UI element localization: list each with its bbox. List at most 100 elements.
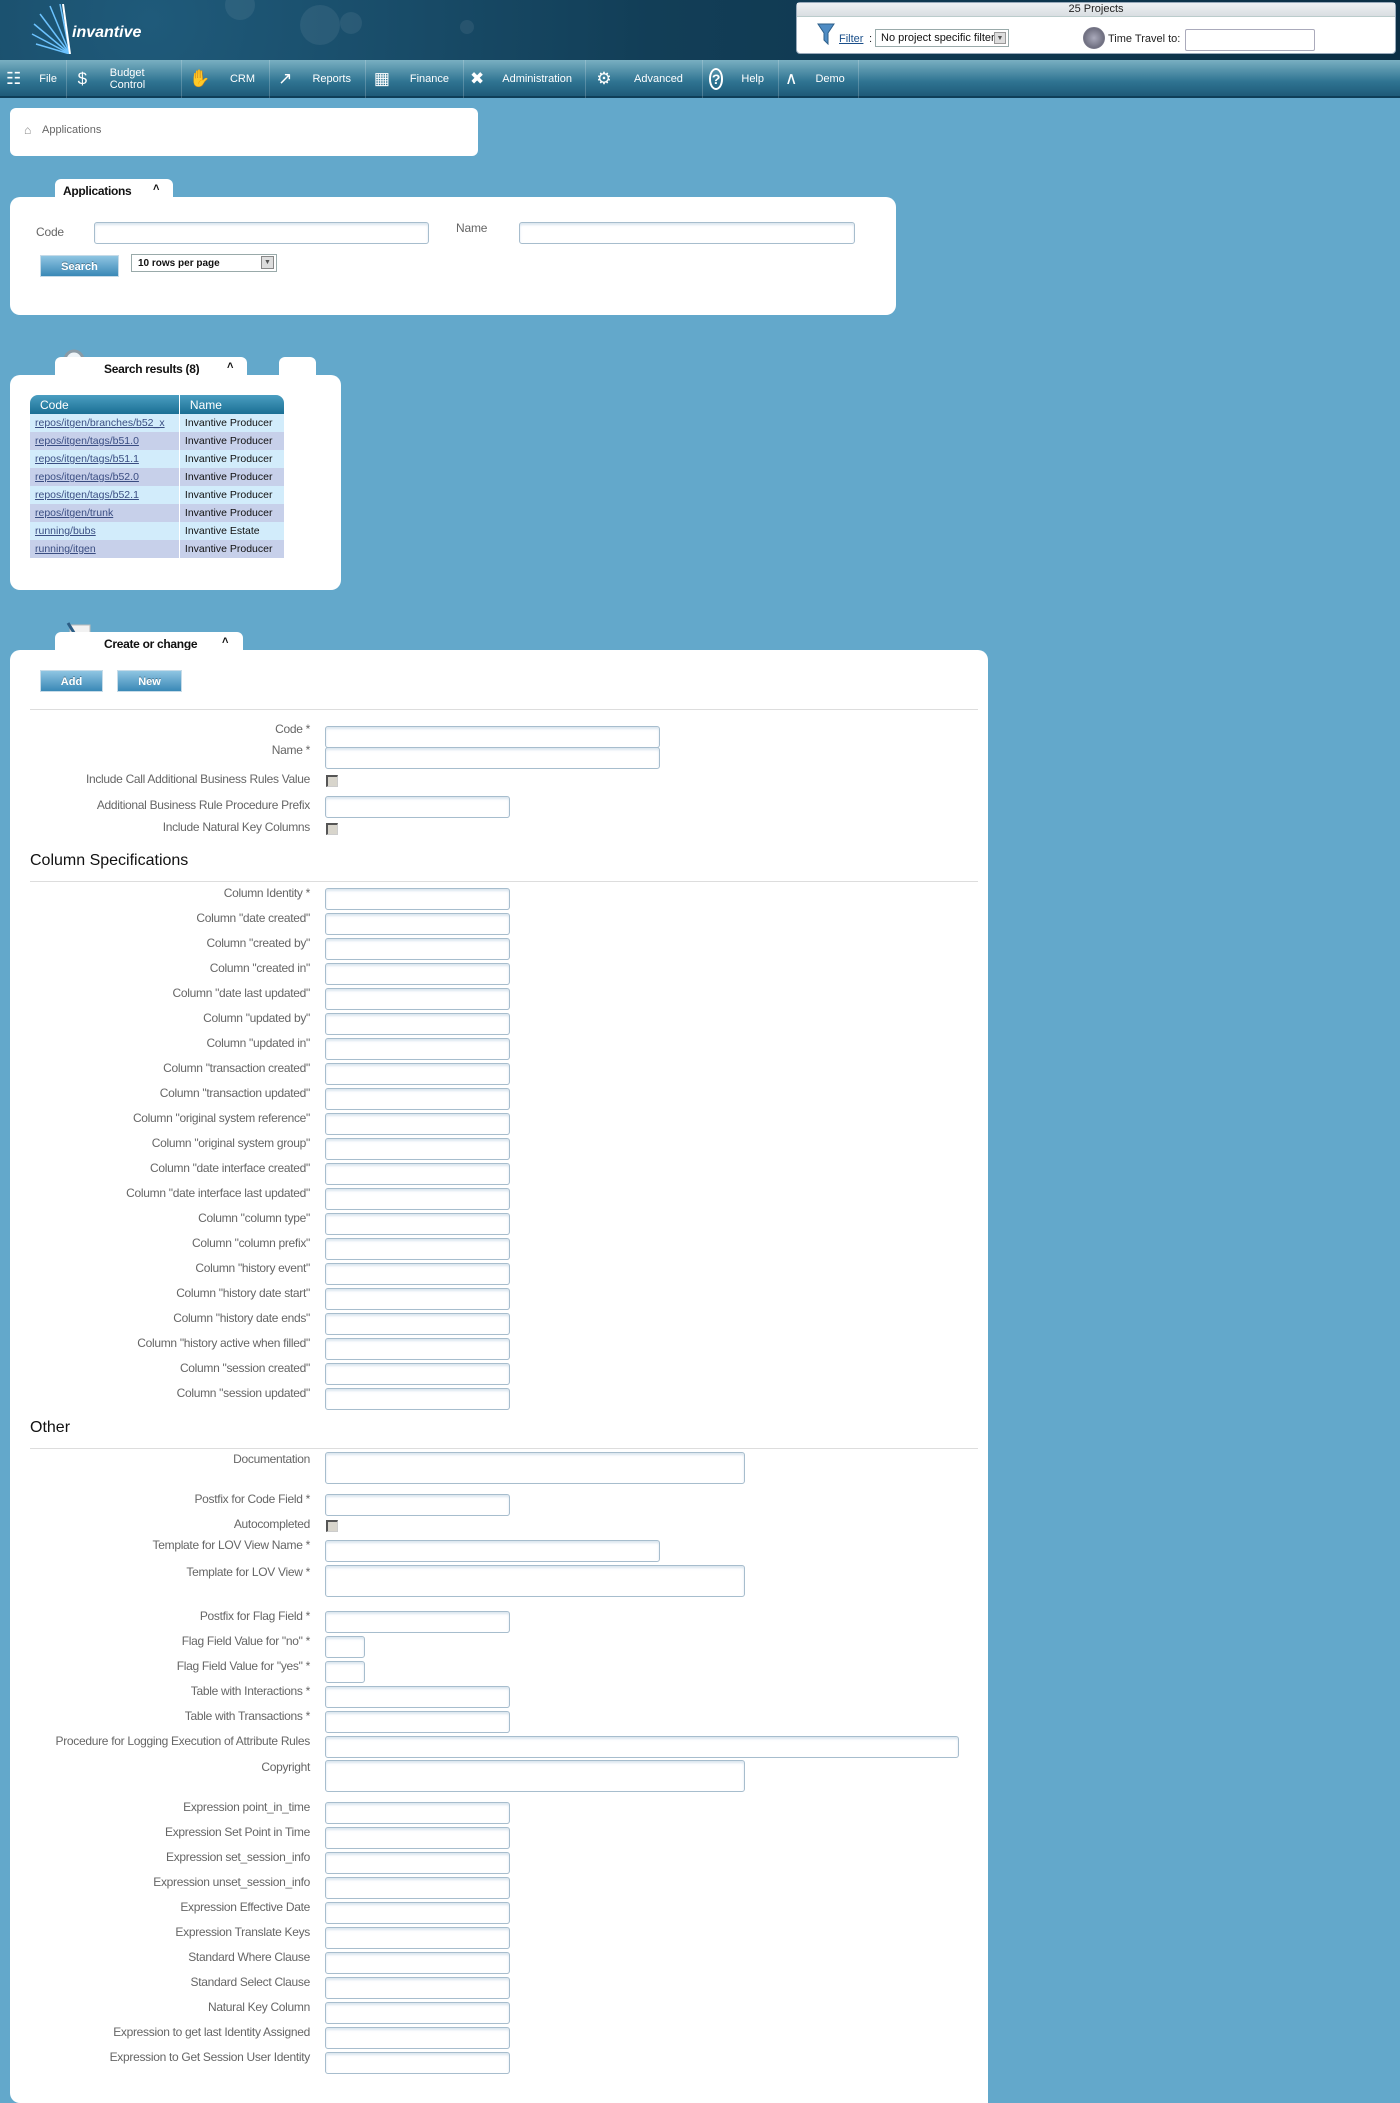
dropdown-arrow-icon[interactable]: ▼ <box>994 32 1006 44</box>
copyright-textarea[interactable] <box>325 1760 745 1792</box>
column-transaction-created-input[interactable] <box>325 1063 510 1085</box>
filter-colon: : <box>869 33 873 45</box>
template-for-lov-view-name-input[interactable] <box>325 1540 660 1562</box>
postfix-for-flag-field-input[interactable] <box>325 1611 510 1633</box>
column-history-date-ends-input[interactable] <box>325 1313 510 1335</box>
filter-funnel-icon <box>817 23 835 45</box>
expression-set-session-info-input[interactable] <box>325 1852 510 1874</box>
include-natural-key-columns-checkbox[interactable] <box>326 823 338 835</box>
column-column-prefix-input[interactable] <box>325 1238 510 1260</box>
name-search-input[interactable] <box>519 222 855 244</box>
code-link[interactable]: repos/itgen/tags/b52.0 <box>35 471 139 483</box>
rows-per-page-select[interactable]: 10 rows per page ▼ <box>131 254 277 272</box>
expression-to-get-last-identity-assigned-input[interactable] <box>325 2027 510 2049</box>
expression-point-in-time-input[interactable] <box>325 1802 510 1824</box>
table-row[interactable]: repos/itgen/tags/b52.1 Invantive Producer <box>30 486 284 504</box>
menu-item-budget-control[interactable]: $ Budget Control <box>67 60 182 98</box>
menu-item-advanced[interactable]: ⚙ Advanced <box>586 60 703 98</box>
column-original-system-reference-input[interactable] <box>325 1113 510 1135</box>
menu-item-file[interactable]: ☷ File <box>0 60 67 98</box>
menu-item-finance[interactable]: ▦ Finance <box>366 60 464 98</box>
code-link[interactable]: running/bubs <box>35 525 96 537</box>
dropdown-arrow-icon[interactable]: ▼ <box>261 256 274 269</box>
table-row[interactable]: repos/itgen/tags/b51.1 Invantive Producer <box>30 450 284 468</box>
flag-field-value-for-no-input[interactable] <box>325 1636 365 1658</box>
additional-business-rule-procedure-prefix-input[interactable] <box>325 796 510 818</box>
autocompleted-checkbox[interactable] <box>326 1520 338 1532</box>
column-session-updated-label: Column "session updated" <box>176 1386 311 1400</box>
new-button[interactable]: New <box>117 670 182 692</box>
time-travel-input[interactable] <box>1185 29 1315 51</box>
column-session-created-input[interactable] <box>325 1363 510 1385</box>
natural-key-column-input[interactable] <box>325 2002 510 2024</box>
table-row[interactable]: repos/itgen/trunk Invantive Producer <box>30 504 284 522</box>
home-icon[interactable]: ⌂ <box>24 123 31 137</box>
name-input[interactable] <box>325 747 660 769</box>
add-button[interactable]: Add <box>40 670 103 692</box>
column-transaction-updated-input[interactable] <box>325 1088 510 1110</box>
documentation-textarea[interactable] <box>325 1452 745 1484</box>
column-date-created-input[interactable] <box>325 913 510 935</box>
procedure-for-logging-execution-of-attribute-rules-input[interactable] <box>325 1736 959 1758</box>
collapse-icon[interactable]: ˄ <box>227 360 233 372</box>
code-link[interactable]: repos/itgen/branches/b52_x <box>35 417 165 429</box>
cell-code: running/bubs <box>30 522 180 540</box>
column-date-last-updated-input[interactable] <box>325 988 510 1010</box>
menu-item-reports[interactable]: ↗ Reports <box>270 60 366 98</box>
expression-unset-session-info-input[interactable] <box>325 1877 510 1899</box>
menu-item-label: Help <box>741 73 764 85</box>
menu-item-administration[interactable]: ✖ Administration <box>464 60 586 98</box>
include-call-additional-business-rules-value-checkbox[interactable] <box>326 775 338 787</box>
expression-effective-date-input[interactable] <box>325 1902 510 1924</box>
code-search-input[interactable] <box>94 222 429 244</box>
menu-item-help[interactable]: ? Help <box>703 60 779 98</box>
template-for-lov-view-textarea[interactable] <box>325 1565 745 1597</box>
search-button[interactable]: Search <box>40 255 119 277</box>
invantive-logo[interactable]: invantive <box>30 4 150 56</box>
menu-item-crm[interactable]: ✋ CRM <box>182 60 270 98</box>
flag-field-value-for-yes-input[interactable] <box>325 1661 365 1683</box>
expression-translate-keys-input[interactable] <box>325 1927 510 1949</box>
table-row[interactable]: running/bubs Invantive Estate <box>30 522 284 540</box>
standard-where-clause-input[interactable] <box>325 1952 510 1974</box>
code-link[interactable]: repos/itgen/trunk <box>35 507 113 519</box>
postfix-for-flag-field-label: Postfix for Flag Field * <box>199 1609 310 1623</box>
table-with-transactions-input[interactable] <box>325 1711 510 1733</box>
column-session-updated-input[interactable] <box>325 1388 510 1410</box>
code-link[interactable]: repos/itgen/tags/b51.1 <box>35 453 139 465</box>
postfix-for-code-field-input[interactable] <box>325 1494 510 1516</box>
code-input[interactable] <box>325 726 660 748</box>
collapse-icon[interactable]: ˄ <box>222 635 228 647</box>
column-date-interface-created-input[interactable] <box>325 1163 510 1185</box>
table-row[interactable]: running/itgen Invantive Producer <box>30 540 284 558</box>
code-link[interactable]: running/itgen <box>35 543 96 555</box>
column-identity-input[interactable] <box>325 888 510 910</box>
column-date-interface-last-updated-input[interactable] <box>325 1188 510 1210</box>
menu-item-demo[interactable]: ∧ Demo <box>779 60 859 98</box>
column-original-system-group-input[interactable] <box>325 1138 510 1160</box>
expression-set-point-in-time-input[interactable] <box>325 1827 510 1849</box>
expression-to-get-session-user-identity-input[interactable] <box>325 2052 510 2074</box>
column-history-active-when-filled-input[interactable] <box>325 1338 510 1360</box>
column-header-code[interactable]: Code <box>30 395 180 414</box>
column-updated-in-input[interactable] <box>325 1038 510 1060</box>
code-link[interactable]: repos/itgen/tags/b52.1 <box>35 489 139 501</box>
code-link[interactable]: repos/itgen/tags/b51.0 <box>35 435 139 447</box>
column-history-event-input[interactable] <box>325 1263 510 1285</box>
table-with-interactions-input[interactable] <box>325 1686 510 1708</box>
column-updated-by-input[interactable] <box>325 1013 510 1035</box>
filter-link[interactable]: Filter <box>839 33 863 45</box>
table-row[interactable]: repos/itgen/tags/b51.0 Invantive Producer <box>30 432 284 450</box>
breadcrumb-applications[interactable]: Applications <box>42 124 101 136</box>
project-filter-select[interactable]: No project specific filter ▼ <box>875 29 1009 47</box>
column-created-by-input[interactable] <box>325 938 510 960</box>
table-row[interactable]: repos/itgen/branches/b52_x Invantive Prod… <box>30 414 284 432</box>
table-row[interactable]: repos/itgen/tags/b52.0 Invantive Producer <box>30 468 284 486</box>
column-column-type-input[interactable] <box>325 1213 510 1235</box>
column-header-name[interactable]: Name <box>179 395 284 414</box>
standard-select-clause-input[interactable] <box>325 1977 510 1999</box>
column-history-date-start-input[interactable] <box>325 1288 510 1310</box>
column-created-in-input[interactable] <box>325 963 510 985</box>
cell-name: Invantive Producer <box>179 414 284 432</box>
collapse-icon[interactable]: ˄ <box>153 182 159 194</box>
